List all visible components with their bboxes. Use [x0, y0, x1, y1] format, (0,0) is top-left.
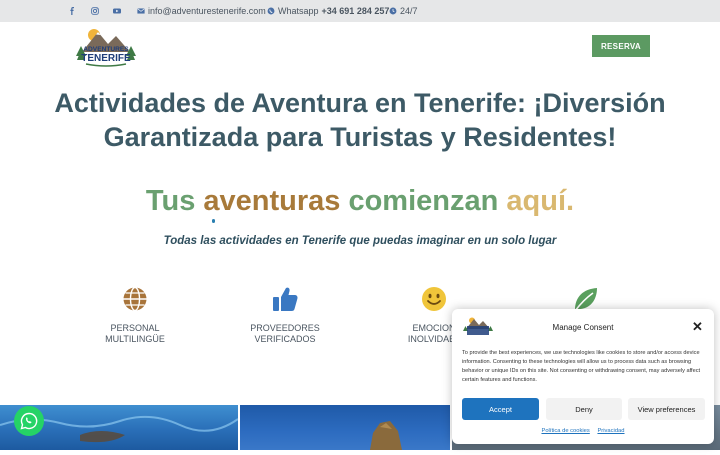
whatsapp-number: +34 691 284 257	[321, 6, 390, 16]
site-logo[interactable]: ADVENTURES TENERIFE	[72, 26, 140, 68]
youtube-icon[interactable]	[113, 7, 121, 15]
email-link[interactable]: info@adventurestenerife.com	[137, 6, 266, 16]
feature-label-line2: VERIFICADOS	[254, 334, 316, 344]
view-preferences-button[interactable]: View preferences	[628, 398, 705, 420]
logo-text-line2: TENERIFE	[81, 53, 131, 64]
top-bar: info@adventurestenerife.com Whatsapp +34…	[0, 0, 720, 22]
accept-button[interactable]: Accept	[462, 398, 539, 420]
globe-icon	[123, 286, 147, 312]
tagline-word-3: comienzan	[348, 185, 499, 217]
deny-button[interactable]: Deny	[546, 398, 622, 420]
feature-multilingual: PERSONAL MULTILINGÜE	[75, 284, 195, 345]
cookie-consent-dialog: Manage Consent ✕ To provide the best exp…	[452, 309, 714, 444]
whatsapp-chat-button[interactable]	[14, 406, 44, 436]
typing-cursor	[212, 219, 215, 223]
close-icon[interactable]: ✕	[692, 320, 703, 333]
thumbs-up-icon	[273, 287, 298, 311]
hours-text: 24/7	[400, 6, 418, 16]
tagline-word-2: aventuras	[203, 185, 341, 217]
cookie-policy-link[interactable]: Política de cookies	[541, 428, 589, 434]
hours-info: 24/7	[389, 6, 418, 16]
email-text: info@adventurestenerife.com	[148, 6, 266, 16]
whatsapp-link[interactable]: Whatsapp +34 691 284 257	[267, 6, 389, 16]
whatsapp-label: Whatsapp	[278, 6, 319, 16]
feature-verified-providers: PROVEEDORES VERIFICADOS	[225, 284, 345, 345]
privacy-link[interactable]: Privacidad	[597, 428, 624, 434]
site-header: ADVENTURES TENERIFE RESERVA	[0, 22, 720, 72]
envelope-icon	[137, 8, 145, 14]
subtitle: Todas las actividades en Tenerife que pu…	[163, 235, 557, 247]
feature-label-line2: MULTILINGÜE	[105, 334, 165, 344]
reserve-button[interactable]: RESERVA	[592, 35, 650, 57]
activity-image-rock[interactable]	[240, 405, 450, 450]
consent-title: Manage Consent	[552, 323, 614, 332]
tagline: Tus aventuras comienzan aquí.	[0, 185, 720, 218]
logo-image: ADVENTURES TENERIFE	[76, 29, 136, 67]
page-title-line1: Actividades de Aventura en Tenerife: ¡Di…	[54, 88, 666, 118]
smile-icon	[422, 287, 446, 311]
logo-text-line1: ADVENTURES	[83, 46, 129, 53]
whatsapp-icon	[267, 7, 275, 15]
feature-label-line1: PERSONAL	[110, 323, 160, 333]
whatsapp-icon	[20, 412, 38, 430]
tagline-word-4: aquí.	[506, 185, 575, 217]
page-title-line2: Garantizada para Turistas y Residentes!	[103, 122, 617, 152]
page-title: Actividades de Aventura en Tenerife: ¡Di…	[20, 86, 700, 154]
instagram-icon[interactable]	[91, 7, 99, 15]
feature-label-line1: PROVEEDORES	[250, 323, 320, 333]
consent-body: To provide the best experiences, we use …	[462, 350, 701, 383]
clock-icon	[389, 7, 397, 15]
tagline-word-1: Tus	[145, 185, 196, 217]
facebook-icon[interactable]	[68, 7, 76, 15]
